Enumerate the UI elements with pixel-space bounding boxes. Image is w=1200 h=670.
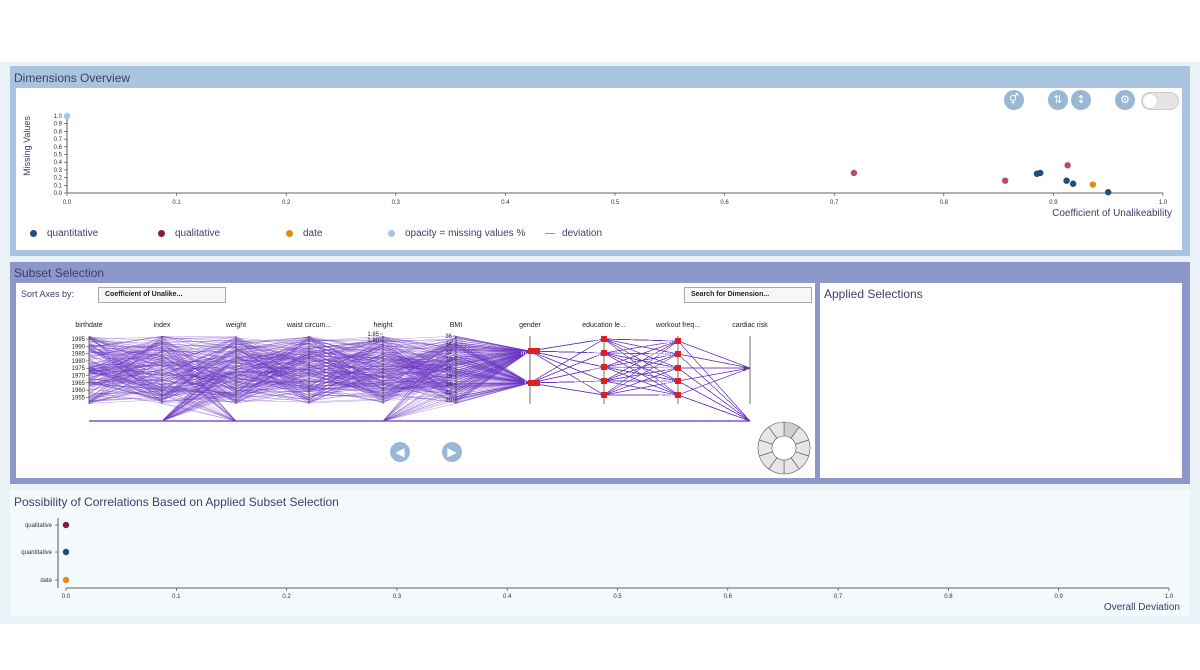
axis-label: BMI <box>450 322 463 329</box>
data-point-qualitative <box>62 521 70 529</box>
y-tick-label: qualitative <box>25 523 53 529</box>
axis-tick-label: 1995 <box>72 337 86 343</box>
overview-toggle[interactable] <box>1141 92 1179 110</box>
x-tick-label: 0.3 <box>393 594 402 600</box>
category-marker <box>528 380 540 386</box>
x-tick-label: 0.2 <box>282 594 291 600</box>
axis-label: cardiac risk <box>732 322 768 329</box>
x-tick-label: 1.0 <box>1165 594 1174 600</box>
axis-tick-label: super <box>659 366 674 372</box>
x-tick-label: 0.9 <box>1055 594 1064 600</box>
toggle-knob <box>1143 94 1157 108</box>
category-marker <box>601 392 607 398</box>
x-tick-label: 0.4 <box>503 594 512 600</box>
sort-y-icon[interactable]: ↕ <box>1071 90 1091 110</box>
axis-tick-label: active <box>658 393 674 399</box>
axis-tick-label: 1990 <box>72 344 86 350</box>
category-marker <box>601 350 607 356</box>
data-point-quantitative <box>1063 177 1070 184</box>
x-tick-label: 0.0 <box>62 594 71 600</box>
data-point-quantitative <box>62 548 70 556</box>
axis-tick-label: 1980 <box>72 359 86 365</box>
axis-tick-label: 24 <box>445 382 452 388</box>
axis-tick-label: 28 <box>445 366 452 372</box>
category-marker <box>528 348 540 354</box>
settings-icon[interactable]: ⚙ <box>1115 90 1135 110</box>
axis-tick-label: 20 <box>445 398 452 404</box>
axis-label: height <box>373 322 392 329</box>
correlation-xlabel: Overall Deviation <box>1104 602 1180 613</box>
axis-tick-label: 22 <box>445 390 452 396</box>
data-point-date <box>1089 181 1097 188</box>
axis-label: index <box>154 322 171 329</box>
previous-arrow-icon[interactable]: ◀ <box>390 442 410 462</box>
x-tick-label: 0.9 <box>1049 200 1058 206</box>
axis-label: workout freq... <box>655 322 700 329</box>
category-marker <box>601 336 607 342</box>
axis-label: education le... <box>582 322 626 329</box>
axis-tick-label: prime time <box>572 394 601 400</box>
x-tick-label: 0.1 <box>172 594 181 600</box>
data-point-quantitative <box>1069 180 1077 187</box>
axis-tick-label: bach <box>587 352 600 358</box>
x-tick-label: 0.7 <box>830 200 839 206</box>
data-point-date <box>62 576 70 584</box>
x-tick-label: 1.0 <box>1159 200 1168 206</box>
y-tick-label: quantitative <box>21 550 52 556</box>
axis-tick-label: 1.80 <box>367 338 379 344</box>
axis-tick-label: hS <box>593 338 600 344</box>
axis-tick-label: heavy <box>658 380 674 386</box>
axis-label: waist circum... <box>286 322 331 329</box>
axis-tick-label: 26 <box>445 374 452 380</box>
parallel-coordinates-plot[interactable]: birthdate index weight waist circum... heigh… <box>0 0 820 480</box>
axis-tick-label: m <box>521 351 526 357</box>
axis-tick-label: 34 <box>445 342 452 348</box>
applied-selections-area <box>820 283 1182 478</box>
axis-label: birthdate <box>75 322 102 329</box>
axis-tick-label: moderate <box>649 353 675 359</box>
sort-x-icon[interactable]: ⇅ <box>1048 90 1068 110</box>
x-tick-label: 0.8 <box>940 200 949 206</box>
axis-tick-label: 1985 <box>72 352 86 358</box>
axis-tick-label: 1955 <box>72 395 86 401</box>
category-marker <box>675 365 681 371</box>
correlation-scatter-plot: 0.0 0.1 0.2 0.3 0.4 0.5 0.6 0.7 0.8 0.9 1.0 qualita… <box>21 518 1180 613</box>
axis-tick-label: 32 <box>445 350 452 356</box>
radial-selector-icon[interactable] <box>756 420 812 476</box>
data-point-qualitative <box>1001 177 1009 184</box>
data-point-quantitative <box>1105 189 1112 196</box>
data-point-qualitative <box>850 169 858 177</box>
gender-icon[interactable]: ⚥ <box>1004 90 1024 110</box>
category-marker <box>675 392 681 398</box>
overview-xlabel: Coefficient of Unalikeability <box>1052 208 1172 219</box>
applied-selections-title: Applied Selections <box>824 287 923 301</box>
axis-tick-label: 1960 <box>72 388 86 394</box>
x-tick-label: 0.6 <box>724 594 733 600</box>
category-marker <box>601 364 607 370</box>
axis-tick-label: 1965 <box>72 381 86 387</box>
category-marker <box>675 378 681 384</box>
axis-tick-label: 30 <box>445 358 452 364</box>
x-tick-label: 0.8 <box>944 594 953 600</box>
axis-tick-label: 1975 <box>72 366 86 372</box>
data-lines <box>88 335 751 422</box>
x-tick-label: 0.7 <box>834 594 843 600</box>
data-point-qualitative <box>1064 162 1071 169</box>
axis-label: gender <box>519 322 541 329</box>
y-tick-label: date <box>40 578 52 584</box>
next-arrow-icon[interactable]: ▶ <box>442 442 462 462</box>
axis-tick-label: 36 <box>445 334 452 340</box>
axis-tick-label: 1970 <box>72 374 86 380</box>
axis-tick-label: light <box>663 339 674 345</box>
data-point-quantitative <box>1037 169 1044 177</box>
category-marker <box>675 351 681 357</box>
x-tick-label: 0.5 <box>613 594 622 600</box>
axis-tick-label: doctorate <box>575 380 601 386</box>
category-marker <box>601 378 607 384</box>
axis-tick-label: mast <box>587 366 600 372</box>
axis-label: weight <box>225 322 246 329</box>
category-marker <box>675 338 681 344</box>
